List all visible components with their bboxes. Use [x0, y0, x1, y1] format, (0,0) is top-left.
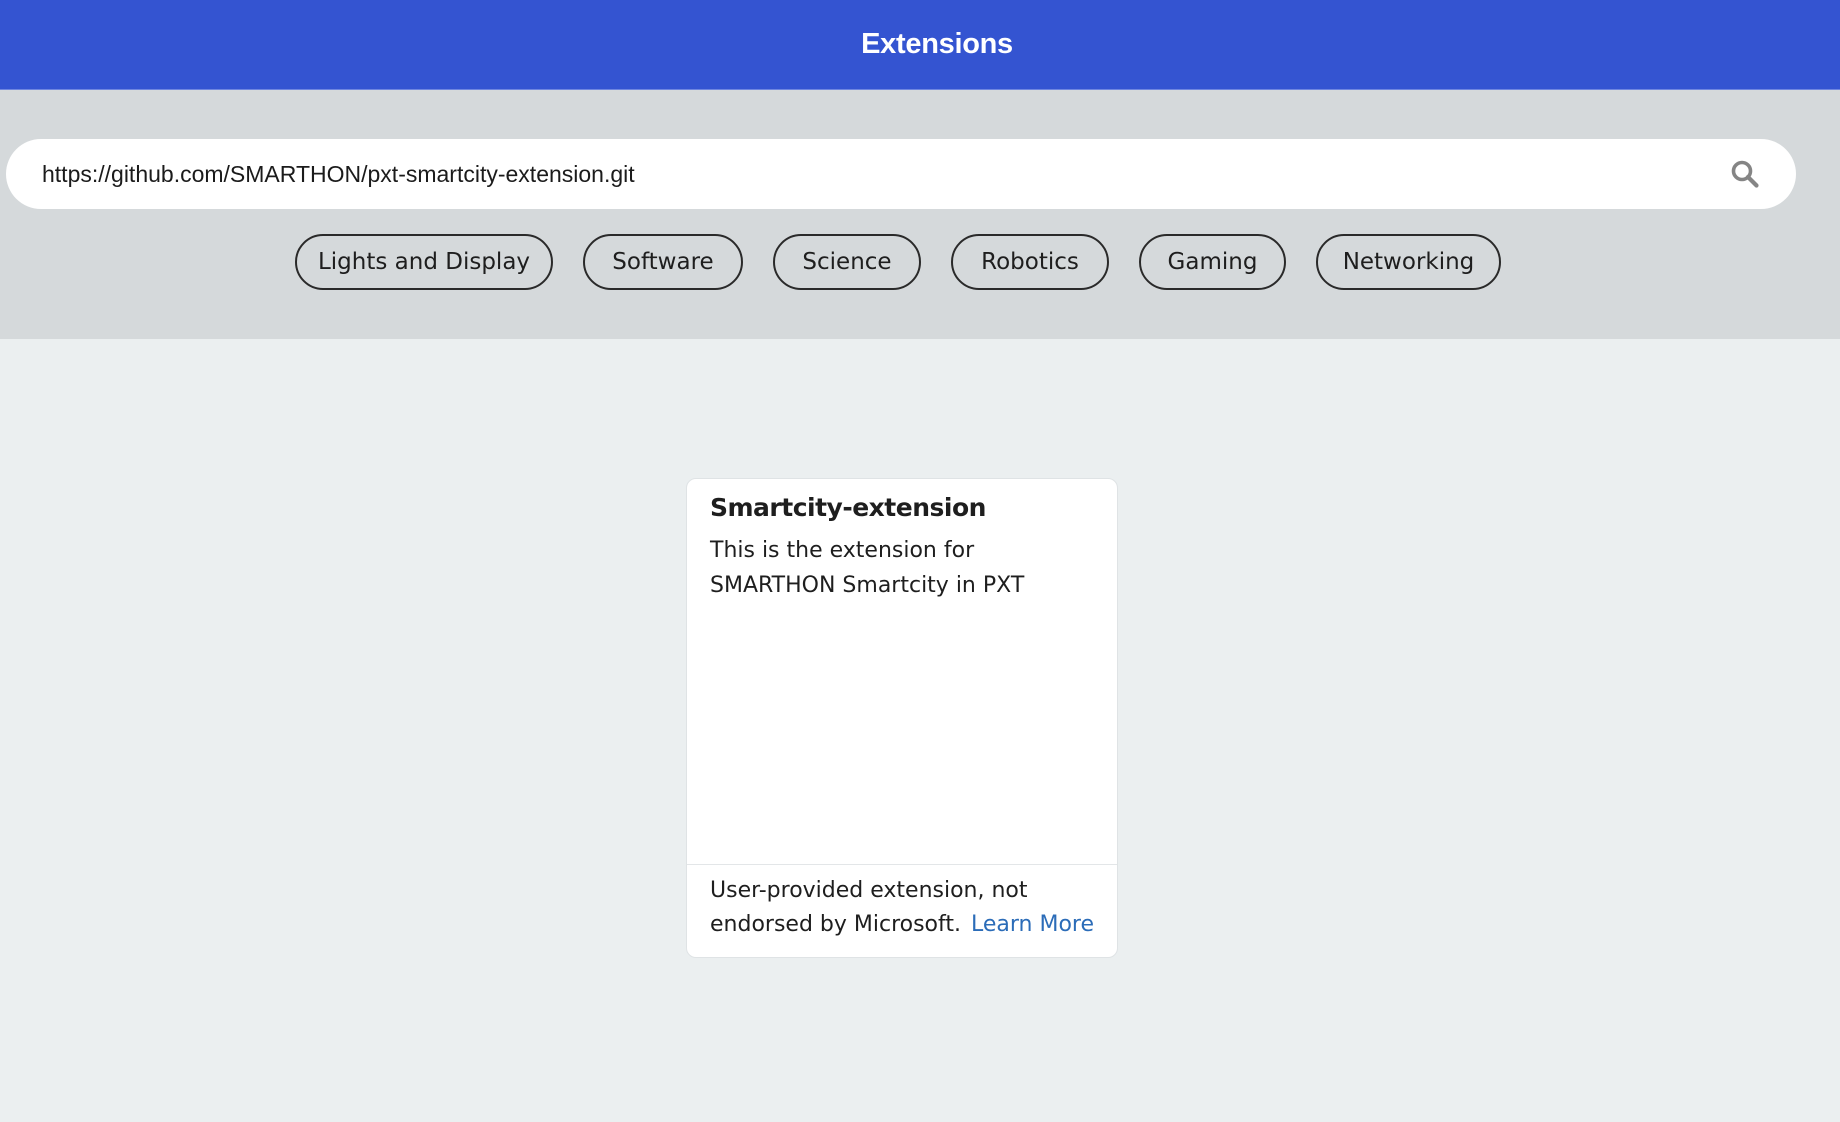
- category-chip-software[interactable]: Software: [583, 234, 743, 290]
- learn-more-link[interactable]: Learn More: [971, 912, 1094, 937]
- category-chip-lights-and-display[interactable]: Lights and Display: [295, 234, 553, 290]
- search-box: [6, 139, 1796, 209]
- category-chip-gaming[interactable]: Gaming: [1139, 234, 1286, 290]
- card-divider: [687, 864, 1117, 865]
- page-title: Extensions: [861, 28, 1013, 60]
- header-bar: Extensions: [0, 0, 1840, 90]
- extension-card[interactable]: Smartcity-extension This is the extensio…: [686, 478, 1118, 958]
- extension-disclaimer: User-provided extension, not endorsed by…: [710, 874, 1110, 942]
- category-chip-science[interactable]: Science: [773, 234, 921, 290]
- search-area: Lights and Display Software Science Robo…: [0, 90, 1840, 339]
- category-chip-robotics[interactable]: Robotics: [951, 234, 1109, 290]
- extension-description: This is the extension for SMARTHON Smart…: [710, 538, 1025, 598]
- search-input[interactable]: [42, 139, 1682, 209]
- extension-title: Smartcity-extension: [710, 493, 986, 522]
- category-chips: Lights and Display Software Science Robo…: [0, 234, 1840, 292]
- search-icon[interactable]: [1730, 159, 1760, 189]
- category-chip-networking[interactable]: Networking: [1316, 234, 1501, 290]
